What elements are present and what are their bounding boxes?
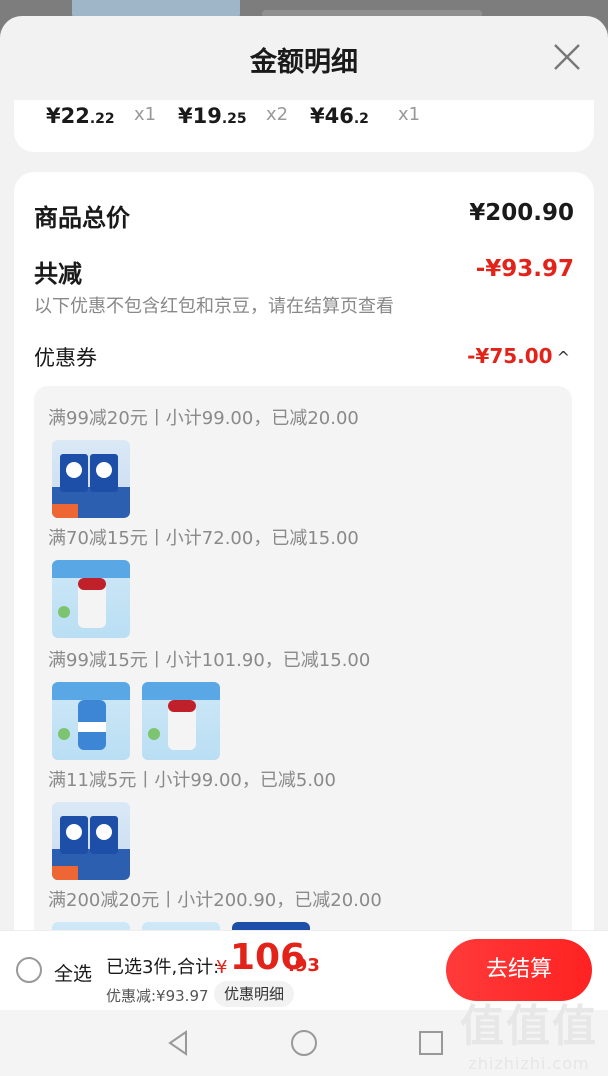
coupon-rule: 满200减20元丨小计200.90，已减20.00 — [48, 890, 382, 911]
product-image-blue-can[interactable] — [52, 682, 130, 760]
select-all-radio[interactable] — [16, 957, 42, 983]
watermark-logo: 值值值 — [460, 1001, 598, 1052]
discount-detail-button[interactable]: 优惠明细 — [214, 981, 295, 1007]
coupon-label: 优惠券 — [34, 346, 97, 370]
item-price: ¥22.22 — [46, 104, 115, 128]
site-watermark: 值值值 zhizhizhi.com — [460, 990, 598, 1073]
close-icon[interactable] — [550, 40, 584, 74]
watermark-url: zhizhizhi.com — [468, 1054, 590, 1073]
total-currency: ¥ — [216, 957, 228, 978]
coupon-rule: 满11减5元丨小计99.00，已减5.00 — [48, 770, 336, 791]
item-qty: x2 — [266, 104, 289, 125]
coupon-breakdown-panel: 满99减20元丨小计99.00，已减20.00 满70减15元丨小计72.00，… — [34, 386, 572, 1000]
recents-icon[interactable] — [416, 1028, 446, 1058]
amount-detail-sheet: 金额明细 ¥22.22 x1 ¥19.25 x2 ¥46.2 x1 商品总价 ¥… — [0, 16, 608, 1076]
item-price: ¥19.25 — [178, 104, 247, 128]
home-icon[interactable] — [289, 1028, 319, 1058]
coupon-value: -¥75.00 — [467, 344, 553, 368]
total-decimal: .93 — [288, 955, 320, 976]
coupon-rule: 满70减15元丨小计72.00，已减15.00 — [48, 528, 359, 549]
item-price: ¥46.2 — [310, 104, 369, 128]
total-reduce-label: 共减 — [34, 260, 82, 288]
product-image-beer-can[interactable] — [52, 560, 130, 638]
total-reduce-value: -¥93.97 — [475, 256, 574, 282]
coupon-toggle[interactable]: -¥75.00 ^ — [467, 344, 570, 368]
total-price-label: 商品总价 — [34, 204, 130, 232]
sheet-title: 金额明细 — [250, 47, 358, 78]
items-summary-card: ¥22.22 x1 ¥19.25 x2 ¥46.2 x1 — [14, 100, 594, 152]
product-image-1664-box[interactable] — [52, 802, 130, 880]
total-price-value: ¥200.90 — [469, 200, 574, 226]
discount-amount: 优惠减:¥93.97 — [106, 987, 209, 1005]
select-all-label[interactable]: 全选 — [54, 959, 92, 986]
discount-note: 以下优惠不包含红包和京豆，请在结算页查看 — [34, 296, 394, 317]
selected-summary: 已选3件,合计: — [106, 957, 220, 978]
back-icon[interactable] — [164, 1028, 194, 1058]
product-image-1664-box[interactable] — [52, 440, 130, 518]
item-qty: x1 — [134, 104, 157, 125]
product-image-beer-can[interactable] — [142, 682, 220, 760]
coupon-rule: 满99减20元丨小计99.00，已减20.00 — [48, 408, 359, 429]
item-qty: x1 — [398, 104, 421, 125]
chevron-up-icon: ^ — [556, 348, 570, 367]
coupon-rule: 满99减15元丨小计101.90，已减15.00 — [48, 650, 371, 671]
